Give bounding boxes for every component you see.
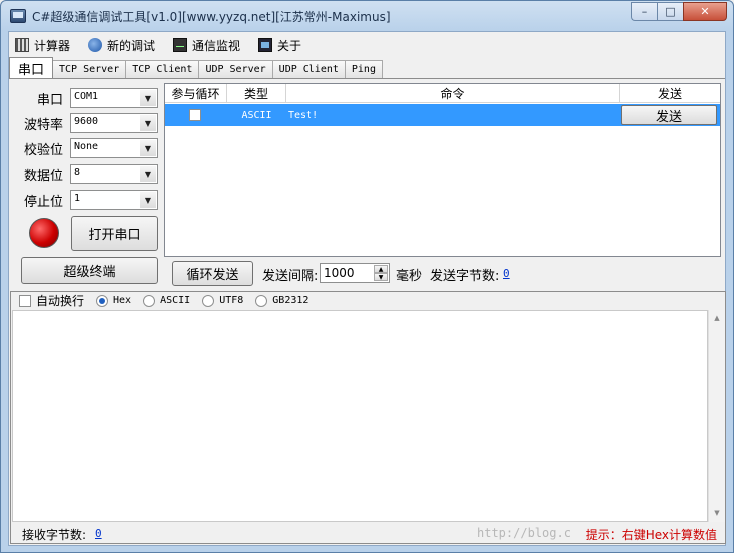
scroll-up-icon[interactable]: ▲: [709, 310, 725, 326]
tab-tcp-server[interactable]: TCP Server: [52, 60, 127, 78]
encoding-gb2312[interactable]: GB2312: [255, 294, 309, 307]
loop-checkbox[interactable]: [189, 109, 201, 121]
encoding-hex[interactable]: Hex: [96, 294, 132, 307]
toolbar-label: 新的调试: [107, 38, 156, 53]
tab-divider: [9, 78, 725, 79]
autowrap-option[interactable]: 自动换行: [19, 292, 84, 309]
chevron-down-icon[interactable]: ▼: [140, 166, 156, 182]
gb2312-radio[interactable]: [255, 294, 268, 307]
toolbar-calculator[interactable]: 计算器: [15, 37, 70, 54]
spin-up-icon[interactable]: ▲: [374, 265, 388, 273]
col-header-type[interactable]: 类型: [227, 84, 286, 103]
parity-select[interactable]: None ▼: [70, 138, 158, 158]
interval-value: 1000: [324, 266, 355, 280]
title-bar[interactable]: C#超级通信调试工具[v1.0][www.yyzq.net][江苏常州-Maxi…: [1, 1, 733, 31]
chevron-down-icon[interactable]: ▼: [140, 90, 156, 106]
hex-label: Hex: [113, 295, 132, 306]
tab-strip: 串口 TCP Server TCP Client UDP Server UDP …: [9, 57, 383, 78]
toolbar-label: 计算器: [34, 38, 71, 53]
tab-serial[interactable]: 串口: [9, 57, 54, 78]
tab-tcp-client[interactable]: TCP Client: [125, 60, 200, 78]
received-bytes-value[interactable]: 0: [95, 527, 102, 540]
baud-value: 9600: [74, 116, 99, 127]
app-icon: [10, 9, 26, 23]
maximize-button[interactable]: □: [657, 2, 683, 21]
utf8-label: UTF8: [219, 295, 244, 306]
port-select[interactable]: COM1 ▼: [70, 88, 158, 108]
col-header-command[interactable]: 命令: [286, 84, 620, 103]
watermark-text: http://blog.c: [477, 526, 571, 540]
interval-spinbox[interactable]: 1000 ▲ ▼: [320, 263, 390, 283]
gb2312-label: GB2312: [272, 295, 309, 306]
interval-unit: 毫秒: [396, 269, 423, 284]
row-type: ASCII: [241, 109, 272, 121]
status-bar: 接收字节数: 0 http://blog.c 提示：右键Hex计算数值: [11, 523, 725, 544]
hint-text: 提示：右键Hex计算数值: [585, 528, 717, 542]
ascii-radio[interactable]: [143, 294, 156, 307]
toolbar: 计算器 新的调试 通信监视 关于: [9, 32, 725, 58]
port-status-light: [29, 218, 59, 248]
open-port-button[interactable]: 打开串口: [71, 216, 158, 251]
calculator-icon: [15, 38, 29, 52]
port-label: 串口: [37, 93, 64, 108]
col-header-loop[interactable]: 参与循环: [165, 84, 227, 103]
autowrap-checkbox[interactable]: [19, 294, 31, 307]
about-icon: [258, 38, 273, 52]
autowrap-label: 自动换行: [36, 294, 85, 308]
app-window: C#超级通信调试工具[v1.0][www.yyzq.net][江苏常州-Maxi…: [0, 0, 734, 553]
receive-scrollbar[interactable]: ▲ ▼: [708, 310, 725, 522]
toolbar-new-debug[interactable]: 新的调试: [88, 37, 155, 54]
databits-value: 8: [74, 167, 81, 178]
row-command[interactable]: Test!: [288, 104, 618, 126]
toolbar-label: 关于: [277, 38, 302, 53]
super-terminal-button[interactable]: 超级终端: [21, 257, 158, 284]
command-table: 参与循环 类型 命令 发送 ASCII Test! 发送: [164, 83, 721, 257]
hex-radio[interactable]: [96, 294, 109, 307]
baud-select[interactable]: 9600 ▼: [70, 113, 158, 133]
spin-down-icon[interactable]: ▼: [374, 273, 388, 281]
utf8-radio[interactable]: [202, 294, 215, 307]
monitor-icon: [173, 38, 188, 52]
loop-checkbox-cell: [189, 104, 203, 126]
parity-value: None: [74, 141, 99, 152]
tab-udp-client[interactable]: UDP Client: [271, 60, 346, 78]
parity-label: 校验位: [24, 143, 64, 158]
window-title: C#超级通信调试工具[v1.0][www.yyzq.net][江苏常州-Maxi…: [32, 10, 391, 24]
toolbar-about[interactable]: 关于: [258, 37, 301, 54]
col-header-send[interactable]: 发送: [620, 84, 720, 103]
minimize-button[interactable]: –: [631, 2, 657, 21]
ascii-label: ASCII: [160, 295, 191, 306]
new-debug-icon: [88, 38, 103, 52]
receive-textarea[interactable]: [12, 310, 708, 522]
baud-label: 波特率: [24, 118, 64, 133]
databits-label: 数据位: [24, 169, 64, 184]
window-controls: – □ ✕: [631, 2, 727, 21]
receive-options: 自动换行 Hex ASCII UTF8 GB2312: [19, 292, 320, 309]
tab-ping[interactable]: Ping: [344, 60, 383, 78]
stopbits-select[interactable]: 1 ▼: [70, 190, 158, 210]
sent-bytes-value[interactable]: 0: [503, 267, 510, 280]
close-button[interactable]: ✕: [683, 2, 727, 21]
chevron-down-icon[interactable]: ▼: [140, 115, 156, 131]
chevron-down-icon[interactable]: ▼: [140, 140, 156, 156]
loop-send-button[interactable]: 循环发送: [172, 261, 253, 286]
received-bytes-label: 接收字节数:: [22, 528, 87, 542]
databits-select[interactable]: 8 ▼: [70, 164, 158, 184]
toolbar-label: 通信监视: [192, 38, 241, 53]
stopbits-label: 停止位: [24, 195, 64, 210]
receive-panel: 自动换行 Hex ASCII UTF8 GB2312 ▲ ▼ 接收字节数: 0 …: [10, 291, 726, 544]
tab-udp-server[interactable]: UDP Server: [198, 60, 273, 78]
scroll-down-icon[interactable]: ▼: [709, 505, 725, 521]
client-area: 计算器 新的调试 通信监视 关于 串口 TCP Server TCP Clien…: [8, 31, 726, 546]
chevron-down-icon[interactable]: ▼: [140, 192, 156, 208]
interval-label: 发送间隔:: [262, 269, 319, 284]
port-value: COM1: [74, 91, 99, 102]
toolbar-monitor[interactable]: 通信监视: [173, 37, 240, 54]
encoding-ascii[interactable]: ASCII: [143, 294, 191, 307]
row-send-button[interactable]: 发送: [621, 105, 717, 125]
encoding-utf8[interactable]: UTF8: [202, 294, 244, 307]
sent-bytes-label: 发送字节数:: [430, 269, 500, 284]
table-row[interactable]: ASCII Test! 发送: [165, 104, 720, 126]
stopbits-value: 1: [74, 193, 81, 204]
